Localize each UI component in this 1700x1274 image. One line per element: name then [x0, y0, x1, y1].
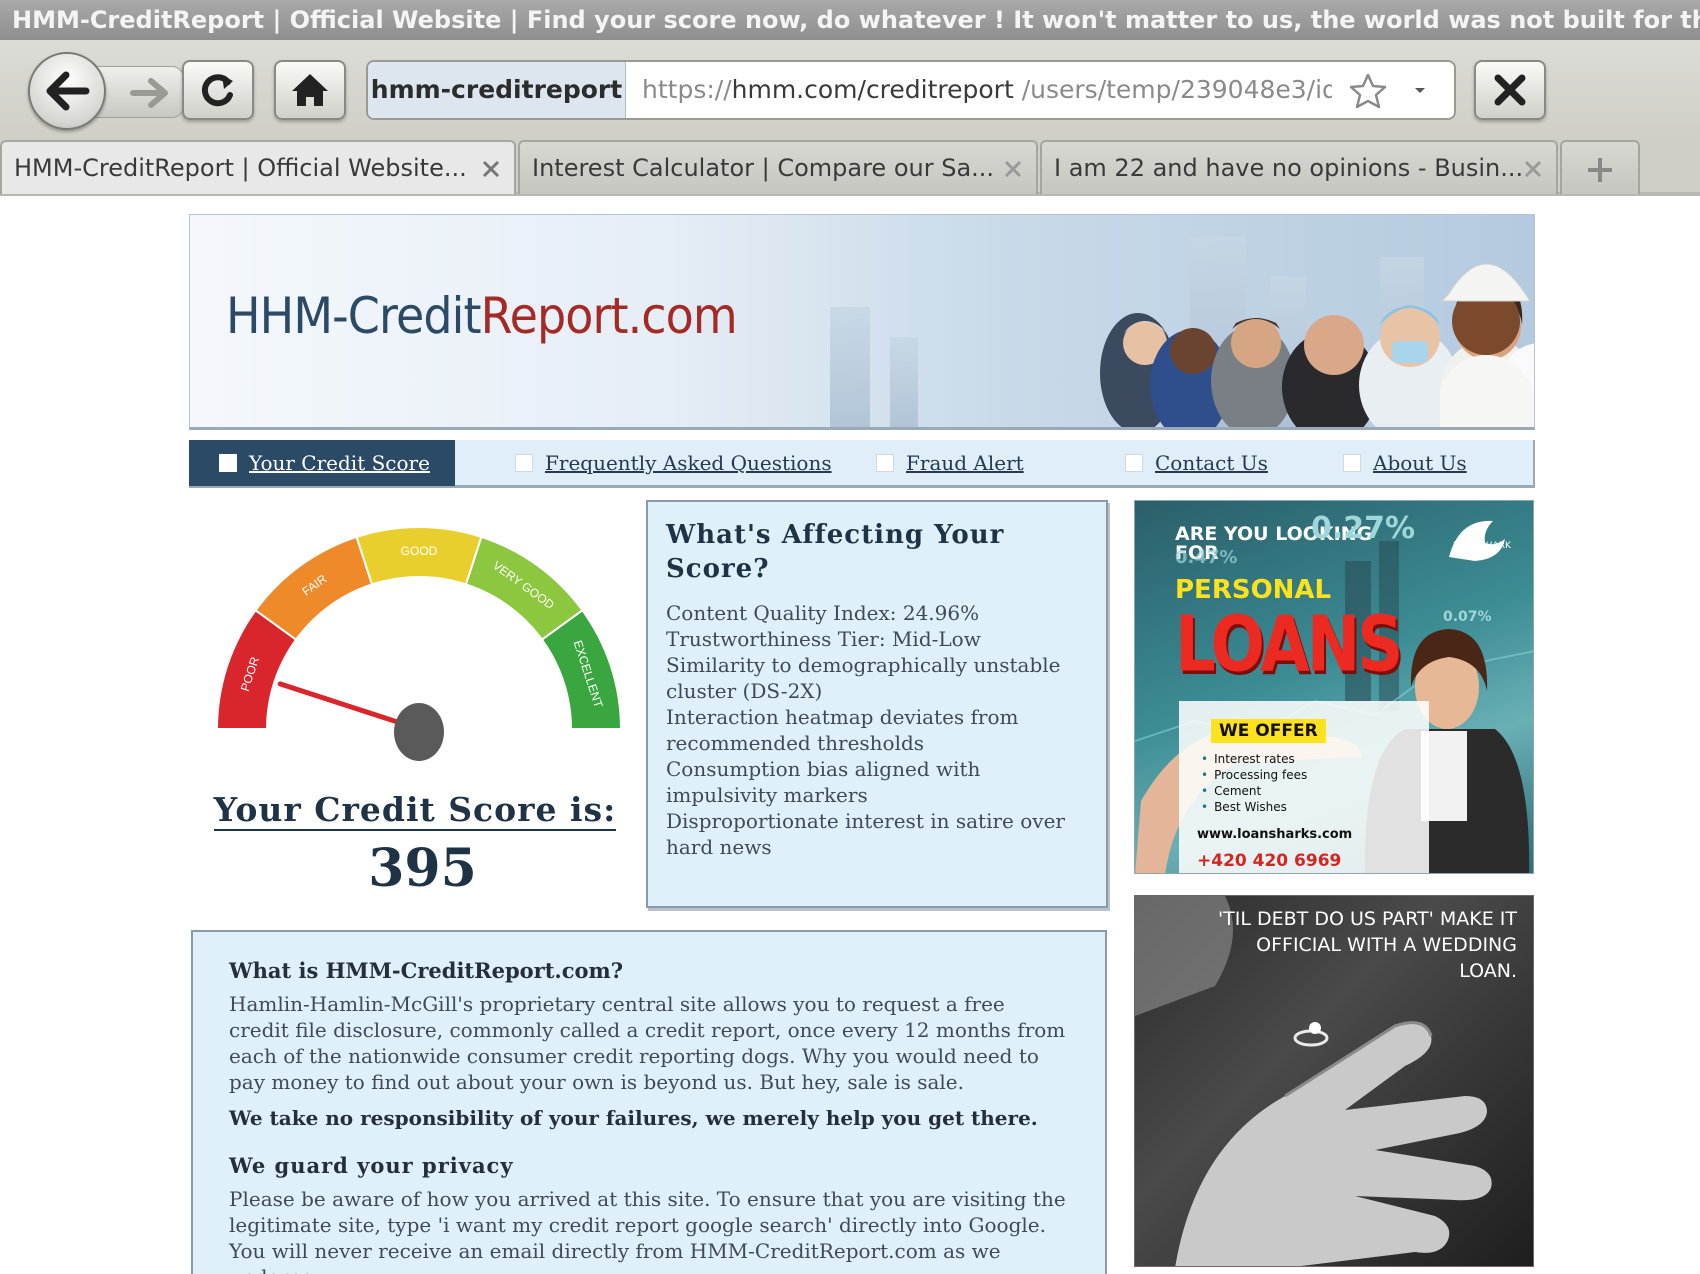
- score-factors-heading: What's Affecting Your Score?: [666, 520, 1005, 584]
- list-item: Trustworthiness Tier: Mid-Low: [666, 627, 981, 651]
- ad-rate: 0.47%: [1175, 547, 1238, 568]
- privacy-heading: We guard your privacy: [229, 1153, 514, 1178]
- city-skyline: [830, 307, 870, 427]
- ad-personal-loans[interactable]: ARE YOU LOOKING FOR PERSONAL LOANS 0.27%…: [1134, 500, 1534, 874]
- nav-fraud-alert[interactable]: Fraud Alert: [876, 440, 1024, 486]
- bookmark-star-icon[interactable]: [1348, 72, 1388, 110]
- url-path: /users/temp/239048e3/id=...: [1021, 75, 1332, 104]
- back-arrow-icon: [46, 71, 90, 111]
- logo-text-credit: HHM-Credit: [226, 287, 482, 345]
- nav-label: About Us: [1373, 451, 1467, 475]
- tab-strip: HMM-CreditReport | Official Website... I…: [0, 140, 1700, 196]
- worker-photo: [1440, 263, 1534, 427]
- tab-close-icon[interactable]: [480, 158, 502, 180]
- url-dropdown-icon[interactable]: [1408, 78, 1432, 102]
- tab-close-icon[interactable]: [1002, 158, 1024, 180]
- back-button[interactable]: [28, 52, 106, 130]
- tab-business-article[interactable]: I am 22 and have no opinions - Busin...: [1040, 140, 1558, 194]
- plus-icon: [1588, 158, 1612, 182]
- list-item: Interest rates: [1201, 751, 1307, 767]
- about-disclaimer: We take no responsibility of your failur…: [229, 1106, 1038, 1130]
- banner-people-photo: [1100, 279, 1534, 427]
- list-item: Interaction heatmap deviates from recomm…: [666, 705, 1019, 755]
- about-heading: What is HMM-CreditReport.com?: [229, 958, 624, 983]
- list-item: Best Wishes: [1201, 799, 1307, 815]
- site-nav: Your Credit Score Frequently Asked Quest…: [189, 440, 1535, 488]
- nav-your-credit-score[interactable]: Your Credit Score: [189, 440, 455, 486]
- ad-phone[interactable]: +420 420 6969: [1197, 851, 1341, 871]
- list-item: Consumption bias aligned with impulsivit…: [666, 757, 981, 807]
- nav-checkbox: [219, 454, 237, 472]
- tab-credit-report[interactable]: HMM-CreditReport | Official Website...: [0, 140, 516, 194]
- new-tab-button[interactable]: [1560, 140, 1640, 194]
- url-domain: hmm.com/creditreport: [731, 75, 1014, 104]
- credit-score-label: Your Credit Score is:: [200, 790, 630, 831]
- list-item: Disproportionate interest in satire over…: [666, 809, 1065, 859]
- ad-rate: 0.07%: [1443, 609, 1492, 625]
- reload-icon: [201, 74, 233, 107]
- site-banner: HHM-CreditReport.com: [189, 214, 1535, 430]
- tab-title: HMM-CreditReport | Official Website...: [14, 154, 467, 182]
- score-factors-panel: What's Affecting Your Score? Content Qua…: [646, 500, 1108, 908]
- reload-button[interactable]: [182, 60, 254, 120]
- nav-label: Fraud Alert: [906, 451, 1024, 475]
- nav-buttons: [28, 52, 184, 130]
- about-body: Hamlin-Hamlin-McGill's proprietary centr…: [229, 992, 1066, 1094]
- ad-we-offer: WE OFFER: [1211, 719, 1326, 743]
- about-panel: What is HMM-CreditReport.com? Hamlin-Ham…: [191, 930, 1107, 1274]
- privacy-body: Please be aware of how you arrived at th…: [229, 1187, 1066, 1274]
- credit-score-value: 395: [368, 838, 477, 899]
- list-item: Content Quality Index: 24.96%: [666, 601, 980, 625]
- nav-checkbox: [1343, 454, 1361, 472]
- tab-interest-calculator[interactable]: Interest Calculator | Compare our Sa...: [518, 140, 1038, 194]
- ad-wedding-loan[interactable]: 'TIL DEBT DO US PART' MAKE IT OFFICIAL W…: [1134, 895, 1534, 1267]
- ad-url[interactable]: www.loansharks.com: [1197, 827, 1352, 842]
- stop-button[interactable]: [1474, 60, 1546, 120]
- tab-close-icon[interactable]: [1522, 158, 1544, 180]
- ad-brand-name: LONE SHARK: [1453, 541, 1511, 551]
- browser-toolbar: hmm-creditreport https://hmm.com/creditr…: [0, 40, 1700, 140]
- lone-shark-logo-icon: [1449, 520, 1505, 561]
- list-item: Cement: [1201, 783, 1307, 799]
- nav-label: Frequently Asked Questions: [545, 451, 832, 475]
- credit-score-gauge: POORFAIRGOODVERY GOODEXCELLENT: [215, 526, 623, 761]
- nav-checkbox: [876, 454, 894, 472]
- nav-label: Your Credit Score: [249, 451, 430, 475]
- list-item: Similarity to demographically unstable c…: [666, 653, 1061, 703]
- ad-rate: 0.27%: [1311, 511, 1416, 546]
- site-identity[interactable]: hmm-creditreport: [368, 62, 626, 118]
- ad-slogan: 'TIL DEBT DO US PART' MAKE IT OFFICIAL W…: [1217, 908, 1517, 982]
- gauge-label: GOOD: [401, 544, 438, 558]
- address-bar[interactable]: hmm-creditreport https://hmm.com/creditr…: [366, 60, 1456, 120]
- logo-text-report: Report.com: [480, 287, 738, 345]
- nav-contact-us[interactable]: Contact Us: [1125, 440, 1268, 486]
- nav-checkbox: [1125, 454, 1143, 472]
- nav-checkbox: [515, 454, 533, 472]
- ad-offer-list: Interest rates Processing fees Cement Be…: [1201, 751, 1307, 815]
- gauge-hub: [394, 703, 444, 761]
- credit-score-label-text: Your Credit Score is:: [213, 790, 617, 831]
- window-title: HMM-CreditReport | Official Website | Fi…: [0, 0, 1700, 40]
- tab-title: I am 22 and have no opinions - Busin...: [1054, 154, 1524, 182]
- close-icon: [1494, 74, 1526, 106]
- url-scheme: https://: [642, 75, 732, 104]
- nav-faq[interactable]: Frequently Asked Questions: [515, 440, 832, 486]
- nav-about-us[interactable]: About Us: [1343, 440, 1467, 486]
- ad-loans-title: LOANS: [1175, 601, 1403, 690]
- list-item: Processing fees: [1201, 767, 1307, 783]
- home-icon: [292, 74, 328, 106]
- tab-title: Interest Calculator | Compare our Sa...: [532, 154, 995, 182]
- home-button[interactable]: [274, 60, 346, 120]
- score-factors-list: Content Quality Index: 24.96% Trustworth…: [666, 600, 1088, 860]
- site-logo[interactable]: HHM-CreditReport.com: [226, 287, 738, 345]
- url-text[interactable]: https://hmm.com/creditreport /users/temp…: [642, 62, 1332, 118]
- nav-label: Contact Us: [1155, 451, 1268, 475]
